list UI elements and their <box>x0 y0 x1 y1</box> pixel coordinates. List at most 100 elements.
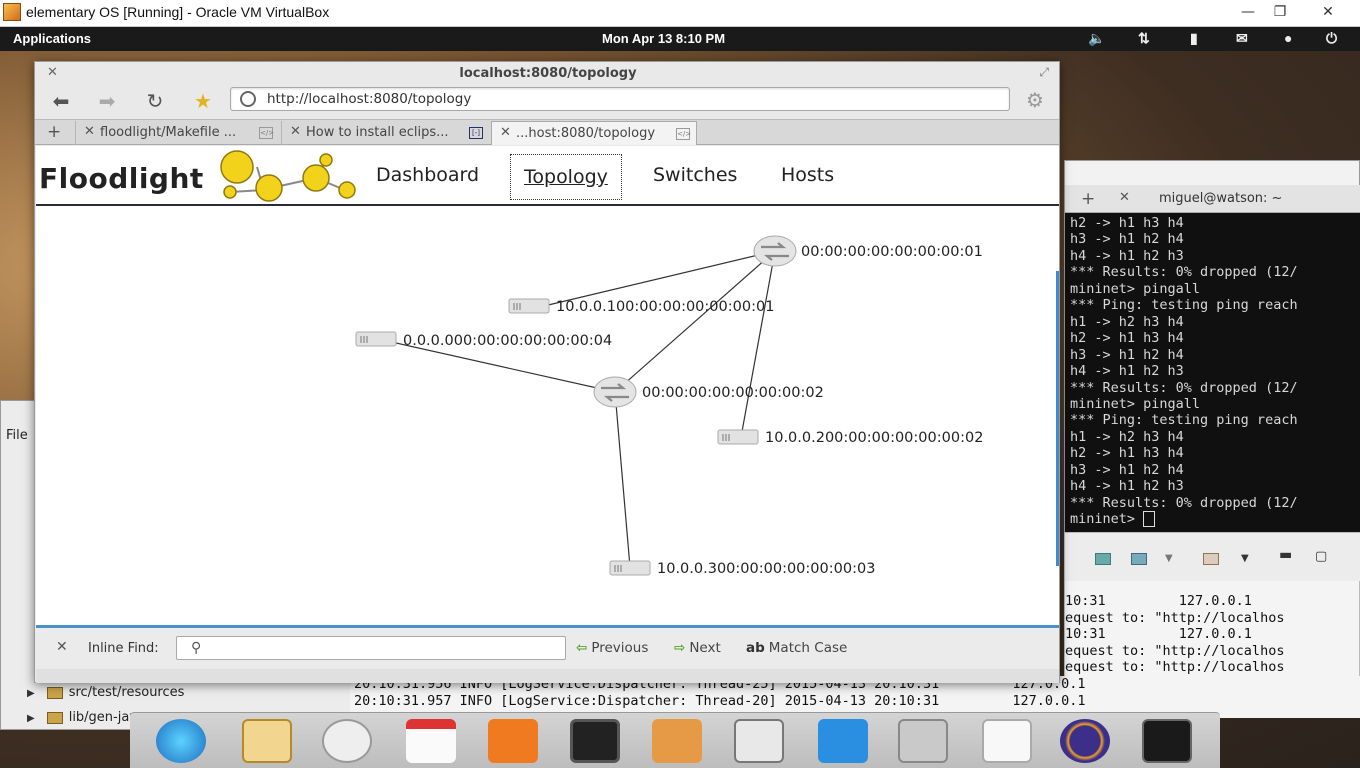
power-icon[interactable]: ⏻ <box>1326 30 1337 47</box>
terminal-icon[interactable] <box>1142 719 1192 763</box>
back-button[interactable]: ⬅ <box>47 89 75 113</box>
mail-app-icon[interactable] <box>242 719 292 763</box>
web-page-content: Floodlight Dashboard Topology Switches H… <box>36 146 1059 625</box>
nav-hosts[interactable]: Hosts <box>781 164 834 186</box>
find-next-button[interactable]: ⇨ Next <box>674 640 721 656</box>
video-icon[interactable] <box>570 719 620 763</box>
text-editor-icon[interactable] <box>982 719 1032 763</box>
minimize-button[interactable]: — <box>1234 2 1262 22</box>
tab-topology[interactable]: ✕ ...host:8080/topology </> <box>491 121 697 145</box>
close-find-icon[interactable]: ✕ <box>56 639 68 655</box>
host-node[interactable]: 0.0.0.000:00:00:00:00:00:04 <box>355 331 612 349</box>
switch-icon <box>593 376 637 408</box>
console-line: 10:31 127.0.0.1 <box>1065 626 1252 642</box>
nav-switches[interactable]: Switches <box>653 164 737 186</box>
host-icon <box>508 298 550 314</box>
host-label: 10.0.0.200:00:00:00:00:00:02 <box>765 430 983 446</box>
nav-topology[interactable]: Topology <box>510 154 622 200</box>
terminal-line: *** Ping: testing ping reach <box>1070 297 1298 314</box>
address-bar-url[interactable]: http://localhost:8080/topology <box>267 91 471 107</box>
user-icon[interactable]: ● <box>1284 30 1292 46</box>
restore-button[interactable]: ❐ <box>1266 2 1294 22</box>
console-line: equest to: "http://localhos <box>1065 659 1285 675</box>
host-label: 10.0.0.300:00:00:00:00:00:03 <box>657 561 875 577</box>
new-tab-button[interactable]: + <box>1081 189 1095 209</box>
host-node[interactable]: 10.0.0.300:00:00:00:00:00:03 <box>609 560 875 577</box>
battery-icon[interactable]: ▮ <box>1190 30 1198 47</box>
switch-node[interactable]: 00:00:00:00:00:00:00:01 <box>753 235 983 267</box>
forward-button[interactable]: ➡ <box>93 89 121 113</box>
photos-icon[interactable] <box>652 719 702 763</box>
terminal-tab-title[interactable]: miguel@watson: ~ <box>1159 191 1282 206</box>
expand-arrow-icon[interactable]: ▶ <box>27 688 35 699</box>
virtualbox-title-bar: elementary OS [Running] - Oracle VM Virt… <box>0 0 1360 27</box>
console-action-icon[interactable] <box>1095 553 1111 565</box>
volume-icon[interactable]: 🔈 <box>1088 30 1105 47</box>
match-case-toggle[interactable]: ab Match Case <box>746 640 847 656</box>
tree-item[interactable]: ▶ src/test/resources <box>27 685 184 700</box>
chevron-down-icon[interactable]: ▼ <box>1165 553 1173 564</box>
minimize-view-icon[interactable]: ▬ <box>1279 547 1292 563</box>
web-browser-icon[interactable] <box>156 719 206 763</box>
applications-menu[interactable]: Applications <box>13 31 91 46</box>
find-previous-button[interactable]: ⇦ Previous <box>576 640 648 656</box>
page-scrollbar[interactable] <box>1056 271 1059 566</box>
eclipse-icon[interactable] <box>1060 719 1110 763</box>
virtualbox-window-title: elementary OS [Running] - Oracle VM Virt… <box>26 4 330 20</box>
floodlight-logo[interactable]: Floodlight <box>39 162 204 195</box>
eclipse-file-menu[interactable]: File <box>6 428 28 443</box>
terminal-line: *** Results: 0% dropped (12/ <box>1070 264 1298 281</box>
arrow-right-icon: ⇨ <box>674 640 686 656</box>
topology-link <box>614 391 631 568</box>
notifications-icon[interactable] <box>322 719 372 763</box>
host-icon <box>355 331 397 347</box>
nav-dashboard[interactable]: Dashboard <box>376 164 479 186</box>
switchboard-icon[interactable] <box>734 719 784 763</box>
maximize-view-icon[interactable]: ▢ <box>1315 549 1327 564</box>
tab-label: How to install eclips... <box>306 125 449 140</box>
close-tab-icon[interactable]: ✕ <box>84 124 95 139</box>
search-icon: ⚲ <box>191 640 202 656</box>
host-node[interactable]: 10.0.0.100:00:00:00:00:00:01 <box>508 298 774 315</box>
match-case-icon: ab <box>746 640 765 656</box>
music-icon[interactable] <box>488 719 538 763</box>
address-bar[interactable]: http://localhost:8080/topology <box>230 87 1010 111</box>
open-console-icon[interactable] <box>1203 553 1219 565</box>
browser-tab-bar: + ✕ floodlight/Makefile ... </> ✕ How to… <box>35 119 1059 145</box>
gear-icon[interactable]: ⚙ <box>1021 88 1049 114</box>
chevron-down-icon[interactable]: ▼ <box>1241 553 1249 564</box>
topology-graph[interactable]: 00:00:00:00:00:00:00:01 00:00:00:00:00:0… <box>36 206 1056 624</box>
tree-item[interactable]: ▶ lib/gen-java <box>27 710 145 725</box>
display-console-icon[interactable] <box>1131 553 1147 565</box>
calendar-icon[interactable] <box>406 719 456 763</box>
expand-arrow-icon[interactable]: ▶ <box>27 713 35 724</box>
host-node[interactable]: 10.0.0.200:00:00:00:00:00:02 <box>717 429 983 446</box>
console-line: 20:10:31.957 INFO [LogService:Dispatcher… <box>354 693 1086 709</box>
switch-node[interactable]: 00:00:00:00:00:00:00:02 <box>593 376 824 408</box>
terminal-line: h2 -> h1 h3 h4 <box>1070 445 1184 462</box>
bookmark-star-icon[interactable]: ★ <box>189 89 217 113</box>
close-button[interactable]: ✕ <box>1314 2 1342 22</box>
maximize-icon[interactable]: ⤢ <box>1039 65 1049 80</box>
scanner-icon[interactable] <box>898 719 948 763</box>
new-tab-button[interactable]: + <box>47 122 61 142</box>
reload-button[interactable]: ↻ <box>141 89 169 113</box>
terminal-line: h3 -> h1 h2 h4 <box>1070 231 1184 248</box>
close-tab-icon[interactable]: ✕ <box>500 125 511 140</box>
dock <box>130 712 1220 768</box>
terminal-line: h4 -> h1 h2 h3 <box>1070 478 1184 495</box>
close-tab-icon[interactable]: ✕ <box>1119 190 1130 205</box>
mail-icon[interactable]: ✉ <box>1236 30 1248 47</box>
find-input[interactable]: ⚲ <box>176 636 566 660</box>
terminal-output[interactable]: h2 -> h1 h3 h4 h3 -> h1 h2 h4 h4 -> h1 h2 … <box>1065 213 1360 533</box>
tab-makefile[interactable]: ✕ floodlight/Makefile ... </> <box>75 121 279 145</box>
close-tab-icon[interactable]: ✕ <box>290 124 301 139</box>
top-panel: Applications Mon Apr 13 8:10 PM 🔈 ⇅ ▮ ✉ … <box>0 27 1360 51</box>
topology-link <box>740 250 776 438</box>
software-center-icon[interactable] <box>818 719 868 763</box>
network-icon[interactable]: ⇅ <box>1138 30 1150 47</box>
host-label: 0.0.0.000:00:00:00:00:00:04 <box>403 333 612 349</box>
panel-clock[interactable]: Mon Apr 13 8:10 PM <box>602 31 725 46</box>
tab-eclipse[interactable]: ✕ How to install eclips... [-] <box>281 121 489 145</box>
terminal-line: h4 -> h1 h2 h3 <box>1070 247 1184 264</box>
